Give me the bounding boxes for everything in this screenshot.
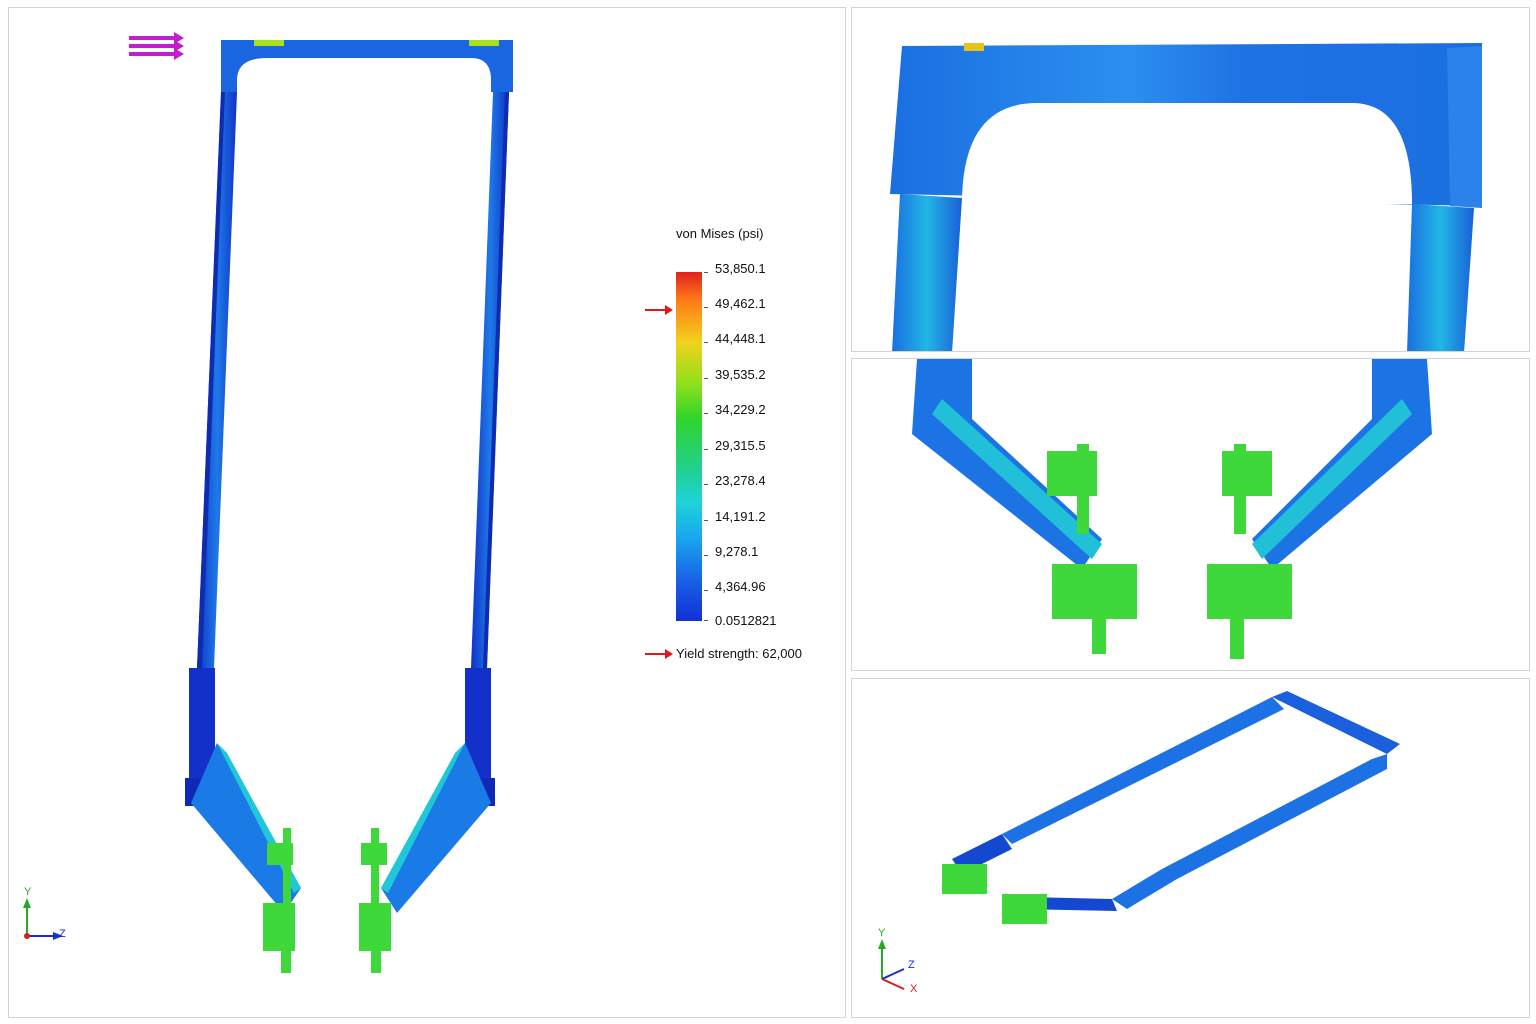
legend-tick xyxy=(704,378,708,379)
legend-value: 4,364.96 xyxy=(715,579,766,594)
legend-value: 14,191.2 xyxy=(715,509,766,524)
axis-y-label: Y xyxy=(24,886,32,898)
legend-value: 34,229.2 xyxy=(715,402,766,417)
legend-value: 23,278.4 xyxy=(715,473,766,488)
frame-joint-detail xyxy=(912,359,1432,659)
iso-axis-z-label: Z xyxy=(908,959,915,971)
legend-tick xyxy=(704,307,708,308)
legend-value: 49,462.1 xyxy=(715,296,766,311)
yield-legend-arrow-icon xyxy=(645,649,673,659)
legend-tick xyxy=(704,555,708,556)
detail-viewport-top[interactable] xyxy=(851,7,1530,352)
legend-tick xyxy=(704,272,708,273)
legend-tick xyxy=(704,413,708,414)
axis-triad-icon xyxy=(878,939,905,990)
legend-value: 0.0512821 xyxy=(715,613,777,628)
yield-strength-label: Yield strength: 62,000 xyxy=(676,646,802,661)
legend-tick xyxy=(704,484,708,485)
legend-value: 53,850.1 xyxy=(715,261,766,276)
load-arrows-icon xyxy=(129,32,184,60)
iso-axis-x-label: X xyxy=(910,983,918,995)
detail-viewport-middle[interactable] xyxy=(851,358,1530,671)
yield-marker-arrow-icon xyxy=(645,305,673,315)
detail-viewport-iso[interactable]: Y Z X xyxy=(851,678,1530,1018)
legend-tick xyxy=(704,620,708,621)
legend-colorbar xyxy=(676,272,702,621)
iso-axis-y-label: Y xyxy=(878,927,886,939)
frame-top-detail xyxy=(890,43,1482,351)
legend-value: 44,448.1 xyxy=(715,331,766,346)
legend-value: 39,535.2 xyxy=(715,367,766,382)
axis-triad-icon xyxy=(23,898,63,940)
legend-value: 9,278.1 xyxy=(715,544,759,559)
frame-model xyxy=(185,40,513,973)
legend-tick xyxy=(704,449,708,450)
legend-tick xyxy=(704,590,708,591)
legend-tick xyxy=(704,520,708,521)
legend-value: 29,315.5 xyxy=(715,438,766,453)
axis-z-label: Z xyxy=(59,928,66,940)
frame-iso-view xyxy=(878,691,1400,990)
legend-tick xyxy=(704,342,708,343)
legend-title: von Mises (psi) xyxy=(676,226,764,241)
